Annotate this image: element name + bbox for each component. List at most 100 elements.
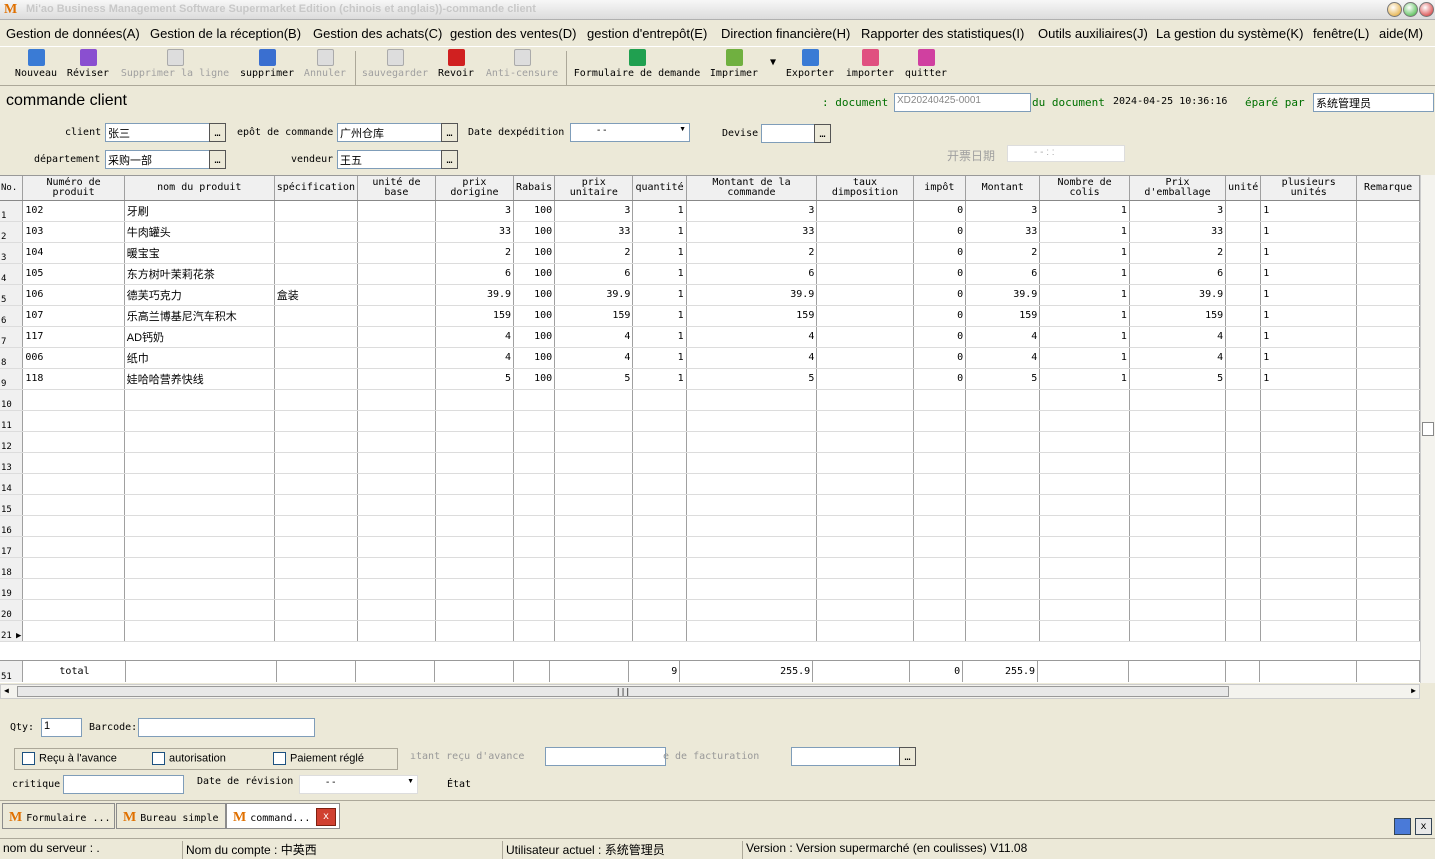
warehouse-field[interactable]: 广州仓库 bbox=[337, 123, 442, 142]
close-button[interactable] bbox=[1419, 2, 1434, 17]
table-cell[interactable] bbox=[913, 431, 967, 453]
table-cell[interactable]: 107 bbox=[22, 305, 125, 327]
menu-system[interactable]: La gestion du système(K) bbox=[1156, 26, 1303, 41]
table-cell[interactable]: 盒装 bbox=[274, 284, 359, 306]
table-cell[interactable] bbox=[1356, 599, 1420, 621]
table-cell[interactable] bbox=[965, 431, 1041, 453]
table-cell[interactable] bbox=[632, 599, 687, 621]
table-cell[interactable] bbox=[1356, 515, 1420, 537]
table-cell[interactable] bbox=[686, 536, 818, 558]
table-cell[interactable] bbox=[124, 515, 275, 537]
minimize-button[interactable] bbox=[1387, 2, 1402, 17]
table-cell[interactable] bbox=[357, 305, 436, 327]
table-cell[interactable]: 2 bbox=[554, 242, 634, 264]
table-cell[interactable] bbox=[632, 410, 687, 432]
table-cell[interactable]: 5 bbox=[554, 368, 634, 390]
table-cell[interactable]: 6 bbox=[1129, 263, 1227, 285]
table-cell[interactable]: 5 bbox=[686, 368, 818, 390]
table-row[interactable]: 8 006 纸巾 4 100 4 1 4 0 4 1 4 1 bbox=[0, 347, 1420, 369]
table-cell[interactable] bbox=[1356, 389, 1420, 411]
table-cell[interactable] bbox=[1356, 410, 1420, 432]
table-cell[interactable] bbox=[816, 200, 914, 222]
invoice-date-field[interactable]: - - : : bbox=[1007, 145, 1125, 162]
table-cell[interactable]: 159 bbox=[965, 305, 1041, 327]
table-cell[interactable]: 33 bbox=[554, 221, 634, 243]
table-cell[interactable] bbox=[357, 578, 436, 600]
table-cell[interactable] bbox=[1129, 599, 1227, 621]
table-cell[interactable]: 0 bbox=[913, 326, 967, 348]
table-cell[interactable] bbox=[1356, 221, 1420, 243]
table-cell[interactable]: 33 bbox=[965, 221, 1041, 243]
table-cell[interactable] bbox=[357, 431, 436, 453]
column-header[interactable]: taux dimposition bbox=[816, 176, 914, 201]
table-cell[interactable] bbox=[1129, 389, 1227, 411]
table-cell[interactable] bbox=[274, 473, 359, 495]
table-cell[interactable]: 1 bbox=[1039, 263, 1130, 285]
table-cell[interactable] bbox=[357, 389, 436, 411]
menu-finance[interactable]: Direction financière(H) bbox=[721, 26, 850, 41]
table-cell[interactable] bbox=[124, 599, 275, 621]
table-cell[interactable] bbox=[816, 410, 914, 432]
table-cell[interactable] bbox=[513, 389, 556, 411]
table-cell[interactable]: 0 bbox=[913, 242, 967, 264]
table-cell[interactable] bbox=[686, 494, 818, 516]
table-cell[interactable] bbox=[274, 242, 359, 264]
table-cell[interactable] bbox=[1039, 410, 1130, 432]
table-cell[interactable]: 3 bbox=[554, 200, 634, 222]
table-cell[interactable] bbox=[435, 515, 515, 537]
table-cell[interactable]: 纸巾 bbox=[124, 347, 275, 369]
table-cell[interactable] bbox=[513, 473, 556, 495]
table-cell[interactable] bbox=[1356, 305, 1420, 327]
export-button[interactable]: Exporter bbox=[784, 49, 836, 85]
table-cell[interactable]: 1 bbox=[1039, 242, 1130, 264]
table-cell[interactable]: 1 bbox=[632, 326, 687, 348]
table-cell[interactable] bbox=[913, 452, 967, 474]
table-cell[interactable]: 1 bbox=[1039, 284, 1130, 306]
table-cell[interactable] bbox=[274, 221, 359, 243]
column-header[interactable]: plusieurs unités bbox=[1260, 176, 1358, 201]
quit-button[interactable]: quitter bbox=[903, 49, 949, 85]
table-cell[interactable] bbox=[1225, 578, 1262, 600]
table-cell[interactable] bbox=[913, 410, 967, 432]
table-cell[interactable]: 33 bbox=[1129, 221, 1227, 243]
table-cell[interactable]: 159 bbox=[1129, 305, 1227, 327]
table-cell[interactable] bbox=[1225, 410, 1262, 432]
table-cell[interactable] bbox=[1225, 389, 1262, 411]
table-cell[interactable] bbox=[554, 515, 634, 537]
menu-warehouse[interactable]: gestion d'entrepôt(E) bbox=[587, 26, 707, 41]
table-cell[interactable] bbox=[1356, 620, 1420, 642]
revision-date-field[interactable]: - - ▼ bbox=[299, 775, 418, 794]
table-cell[interactable] bbox=[1225, 473, 1262, 495]
table-cell[interactable]: 1 bbox=[632, 200, 687, 222]
table-cell[interactable]: 100 bbox=[513, 326, 556, 348]
doc-no-field[interactable]: XD20240425-0001 bbox=[894, 93, 1031, 112]
table-cell[interactable]: 006 bbox=[22, 347, 125, 369]
column-header[interactable]: Nombre de colis bbox=[1039, 176, 1130, 201]
table-cell[interactable] bbox=[913, 389, 967, 411]
table-cell[interactable]: 3 bbox=[686, 200, 818, 222]
table-cell[interactable] bbox=[1260, 536, 1358, 558]
table-cell[interactable]: 1 bbox=[1260, 242, 1358, 264]
table-cell[interactable] bbox=[22, 410, 125, 432]
table-cell[interactable] bbox=[632, 557, 687, 579]
table-cell[interactable] bbox=[274, 620, 359, 642]
scroll-left-icon[interactable]: ◀ bbox=[4, 686, 9, 695]
table-cell[interactable] bbox=[816, 578, 914, 600]
table-cell[interactable] bbox=[22, 494, 125, 516]
table-cell[interactable] bbox=[274, 578, 359, 600]
table-cell[interactable]: 0 bbox=[913, 263, 967, 285]
table-cell[interactable]: 3 bbox=[435, 200, 515, 222]
table-cell[interactable] bbox=[965, 578, 1041, 600]
table-cell[interactable] bbox=[435, 494, 515, 516]
table-cell[interactable] bbox=[22, 620, 125, 642]
table-cell[interactable] bbox=[1260, 515, 1358, 537]
table-cell[interactable] bbox=[632, 452, 687, 474]
column-header[interactable]: unité de base bbox=[357, 176, 436, 201]
currency-field[interactable] bbox=[761, 124, 815, 143]
table-cell[interactable] bbox=[1225, 284, 1262, 306]
table-row[interactable]: 11 bbox=[0, 410, 1420, 432]
table-cell[interactable]: 东方树叶茉莉花茶 bbox=[124, 263, 275, 285]
table-cell[interactable] bbox=[22, 452, 125, 474]
table-row[interactable]: 5 106 德芙巧克力 盒装 39.9 100 39.9 1 39.9 0 39.9 1 39.9 1 bbox=[0, 284, 1420, 306]
table-cell[interactable]: 0 bbox=[913, 305, 967, 327]
